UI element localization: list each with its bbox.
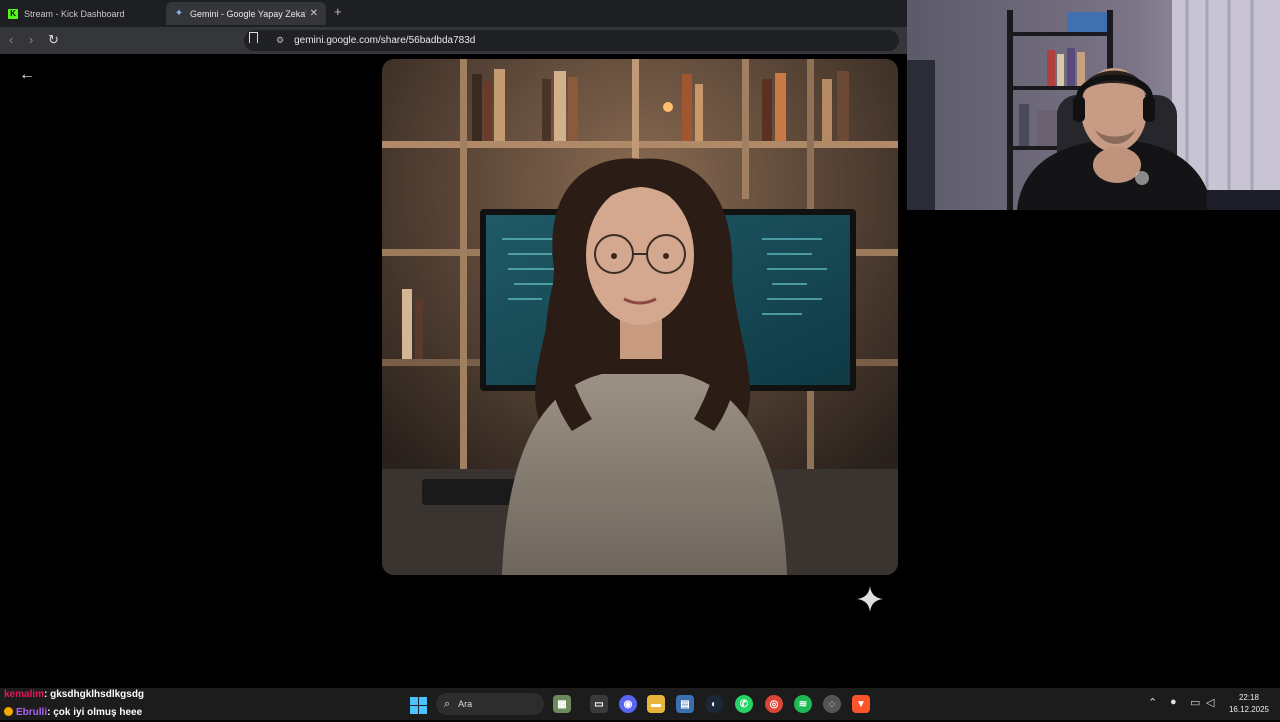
chat-username: kemalim <box>4 689 45 700</box>
tab-label: Gemini - Google Yapay Zeka'ya <box>190 8 306 19</box>
forward-button[interactable]: › <box>29 32 33 47</box>
tab-label: Stream - Kick Dashboard <box>24 8 125 19</box>
brave-icon[interactable]: ▼ <box>852 695 870 713</box>
chat-message: kemalim: gksdhgklhsdlkgsdg <box>4 686 144 704</box>
webcam-overlay <box>907 0 1280 210</box>
whatsapp-icon[interactable]: ✆ <box>735 695 753 713</box>
discord-icon[interactable]: ◉ <box>619 695 637 713</box>
kick-icon: K <box>8 8 18 19</box>
webcam-feed <box>907 0 1280 210</box>
reload-icon[interactable]: ↻ <box>48 32 59 48</box>
site-info-icon[interactable]: ⚙ <box>276 35 284 46</box>
network-icon[interactable]: ▭ <box>1190 696 1200 709</box>
clock-time: 22:18 <box>1238 693 1260 702</box>
browser-toolbar: ‹ › ↻ ⚙ gemini.google.com/share/56badbda… <box>0 27 907 54</box>
search-icon: ⌕ <box>444 697 451 710</box>
chrome-icon[interactable]: ◎ <box>765 695 783 713</box>
taskbar-search[interactable]: ⌕ Ara <box>436 693 544 715</box>
gemini-icon: ✦ <box>174 8 184 19</box>
tab-kick-dashboard[interactable]: K Stream - Kick Dashboard <box>0 2 163 25</box>
task-view-icon[interactable]: ▭ <box>590 695 608 713</box>
taskbar-clock[interactable]: 22:18 16.12.2025 <box>1222 692 1276 716</box>
volume-icon[interactable]: ◁ <box>1206 696 1214 709</box>
chat-text: : gksdhgklhsdlkgsdg <box>44 689 145 700</box>
portrait-image <box>382 59 898 575</box>
file-explorer-icon[interactable]: ▬ <box>647 695 665 713</box>
app-icon[interactable]: ◌ <box>823 695 841 713</box>
address-bar[interactable]: ⚙ gemini.google.com/share/56badbda783d <box>244 30 899 51</box>
chevron-up-icon[interactable]: ⌃ <box>1148 696 1157 709</box>
gemini-sparkle-icon <box>857 586 883 612</box>
url-text: gemini.google.com/share/56badbda783d <box>294 35 476 46</box>
stream-chat-overlay: kemalim: gksdhgklhsdlkgsdg Ebrulli: çok … <box>4 686 144 722</box>
browser-tabbar: K Stream - Kick Dashboard ✦ Gemini - Goo… <box>0 0 907 27</box>
windows-taskbar <box>0 688 1280 720</box>
widgets-icon[interactable]: ▦ <box>553 695 571 713</box>
microphone-icon[interactable]: ● <box>1170 696 1177 708</box>
tab-gemini[interactable]: ✦ Gemini - Google Yapay Zeka'ya ✕ <box>166 2 326 25</box>
generated-image[interactable] <box>382 59 898 575</box>
clock-date: 16.12.2025 <box>1228 705 1270 714</box>
badge-icon <box>4 707 13 716</box>
windows-start-icon[interactable] <box>410 697 427 714</box>
chat-message: Ebrulli: çok iyi olmuş heee <box>4 704 144 722</box>
back-button[interactable]: ‹ <box>9 32 13 47</box>
microsoft-store-icon[interactable]: ▤ <box>676 695 694 713</box>
back-arrow-icon[interactable]: ← <box>19 66 35 84</box>
bookmark-icon[interactable] <box>249 32 258 43</box>
chat-text: : çok iyi olmuş heee <box>47 707 143 718</box>
steam-icon[interactable]: ◐ <box>705 695 723 713</box>
search-label: Ara <box>458 699 473 709</box>
close-tab-icon[interactable]: ✕ <box>310 8 318 19</box>
spotify-icon[interactable]: ≋ <box>794 695 812 713</box>
new-tab-button[interactable]: + <box>334 4 342 19</box>
chat-username: Ebrulli <box>16 707 48 718</box>
